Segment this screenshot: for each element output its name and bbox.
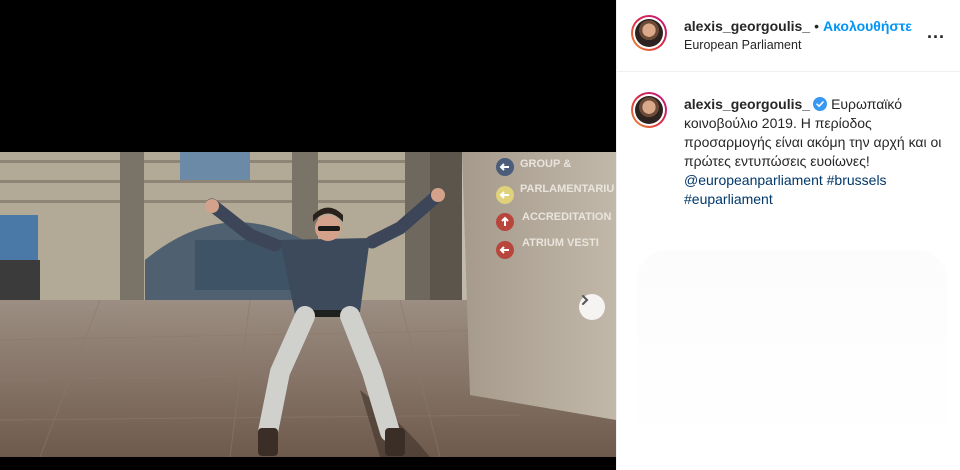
verified-badge-icon [813,97,828,111]
next-photo-button[interactable] [579,294,605,320]
hashtag-link[interactable]: #brussels [827,172,887,188]
post-location[interactable]: European Parliament [684,38,801,52]
post-media: GROUP & PARLAMENTARIU ACCREDITATION ATRI… [0,0,616,470]
sign-text-parlamentariu: PARLAMENTARIU [520,183,614,195]
post-caption: alexis_georgoulis_ Ευρωπαϊκό κοινοβούλιο … [684,95,954,209]
follow-button[interactable]: Ακολουθήστε [823,18,912,34]
sign-text-atrium: ATRIUM VESTI [522,237,599,249]
chevron-right-icon [582,295,589,305]
comments-area [637,250,947,450]
post-photo: GROUP & PARLAMENTARIU ACCREDITATION ATRI… [0,152,616,470]
author-avatar[interactable] [631,15,667,51]
separator-dot: • [814,18,819,34]
post-sidebar: alexis_georgoulis_ • Ακολουθήστε European … [616,0,960,470]
sign-text-accreditation: ACCREDITATION [522,211,611,223]
header-line: alexis_georgoulis_ • Ακολουθήστε [684,18,912,36]
hashtag-link[interactable]: #euparliament [684,191,773,207]
author-username[interactable]: alexis_georgoulis_ [684,18,810,34]
mention-link[interactable]: @europeanparliament [684,172,823,188]
sign-text-group: GROUP & [520,158,571,170]
caption-author-avatar[interactable] [631,92,667,128]
post-header: alexis_georgoulis_ • Ακολουθήστε European … [617,0,960,72]
more-options-icon[interactable]: ... [927,22,945,43]
caption-author-username[interactable]: alexis_georgoulis_ [684,96,810,112]
